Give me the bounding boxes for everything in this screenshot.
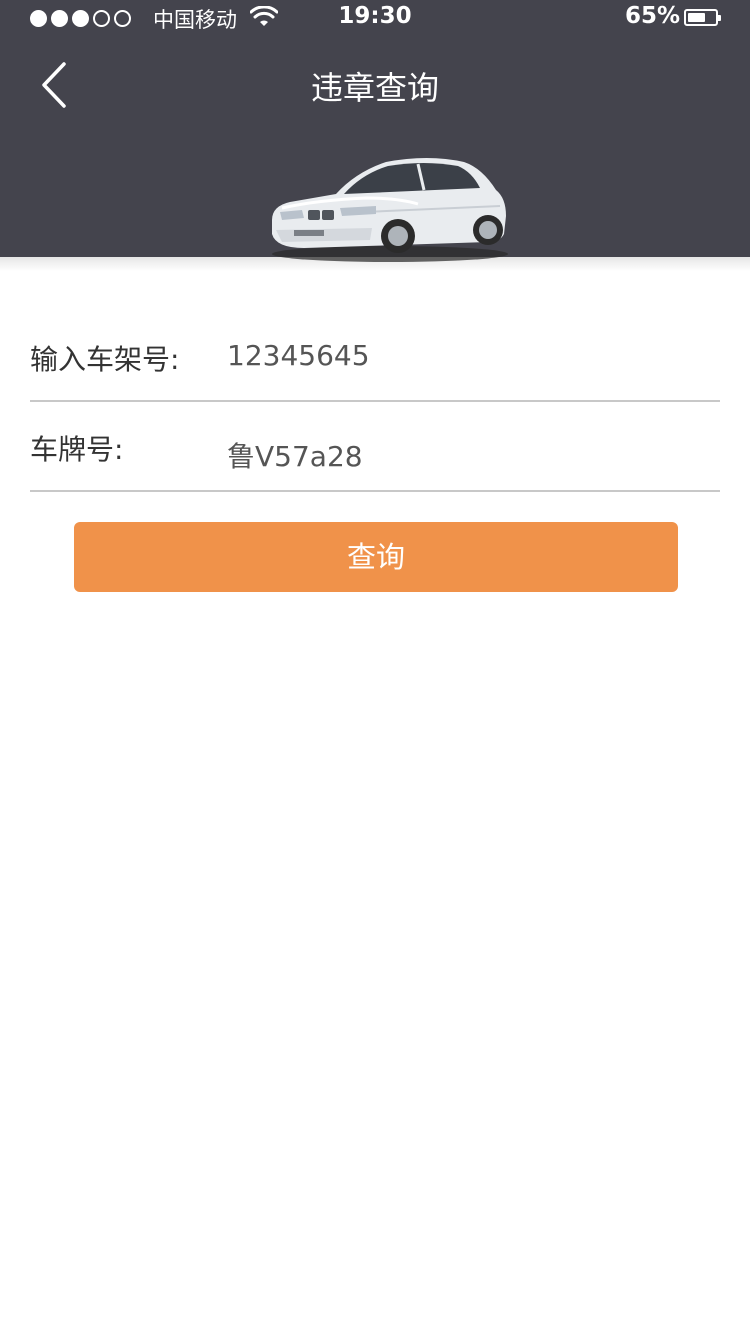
plate-label: 车牌号: [30, 433, 124, 466]
plate-input[interactable] [227, 430, 707, 480]
plate-row: 车牌号: [30, 400, 720, 492]
page-title: 违章查询 [310, 69, 439, 107]
vin-row: 输入车架号: [30, 310, 720, 402]
header-shadow [0, 257, 750, 271]
battery-icon [684, 9, 721, 26]
vin-input[interactable] [227, 330, 707, 380]
header-banner: 中国移动 19:30 65% 违章查询 [0, 0, 750, 262]
car-image [272, 158, 508, 262]
status-bar: 中国移动 19:30 65% [0, 0, 750, 36]
query-button[interactable]: 查询 [74, 522, 678, 592]
battery-percent: 65% [624, 3, 680, 29]
battery-fill [688, 13, 705, 22]
vin-label: 输入车架号: [30, 343, 180, 376]
